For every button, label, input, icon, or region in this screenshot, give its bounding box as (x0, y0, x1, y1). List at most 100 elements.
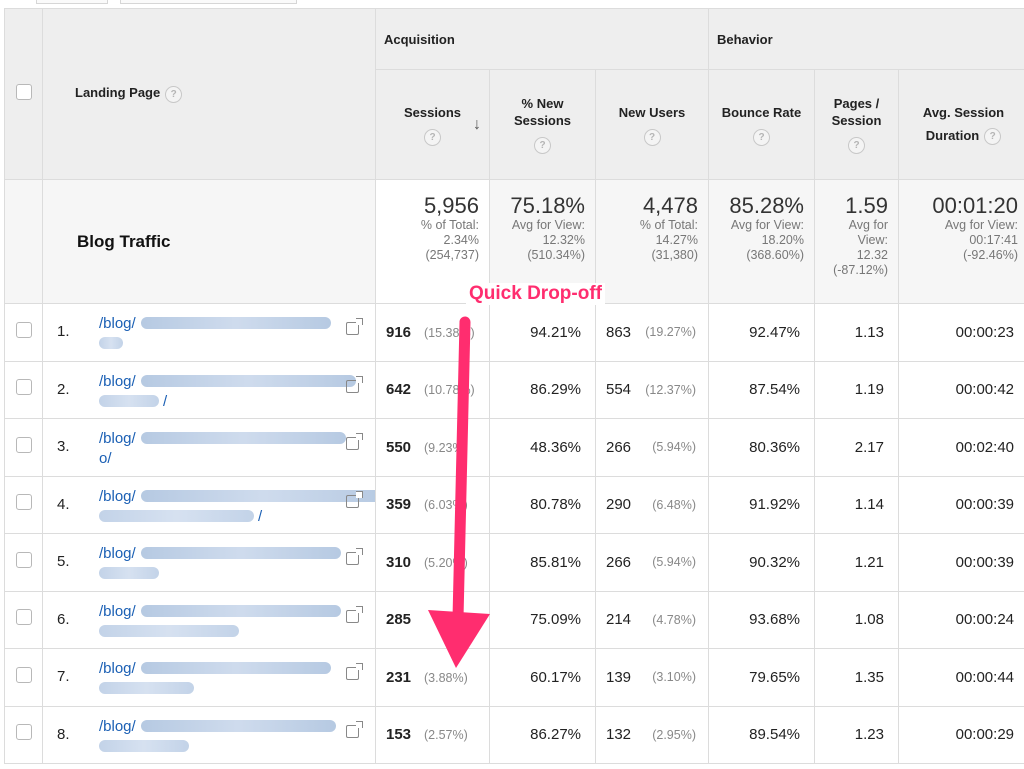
avg-session-duration-cell: 00:00:42 (898, 360, 1024, 419)
bounce-rate-cell: 89.54% (708, 705, 815, 764)
open-external-icon[interactable] (346, 663, 363, 680)
avg-session-duration-column-header[interactable]: Avg. Session Duration? (898, 69, 1024, 180)
row-checkbox[interactable] (15, 609, 32, 626)
sessions-value: 153 (386, 726, 412, 744)
open-external-icon[interactable] (346, 375, 363, 393)
row-checkbox-cell (4, 418, 43, 477)
pct-new-sessions-column-header[interactable]: % New Sessions ? (489, 69, 596, 180)
sessions-pct: (9.23%) (424, 440, 468, 455)
table-row[interactable]: 6. /blog/285 75.09% 214 (4.78%) 93.68% 1.08 00:… (4, 590, 1024, 649)
summary-pct-new-label: Avg for View: (511, 218, 585, 232)
segment-title: Blog Traffic (42, 179, 376, 304)
table-row[interactable]: 3. /blog/o/550 (9.23%) 48.36% 266 (5.94%) 80.3… (4, 418, 1024, 477)
summary-pages: 1.59 Avg for View: 12.32 (-87.12%) (814, 179, 899, 304)
avg-session-duration-cell: 00:00:39 (898, 475, 1024, 534)
help-icon[interactable]: ? (424, 128, 441, 146)
summary-pct-new-avg: 12.32% (542, 233, 585, 247)
landing-page-link[interactable]: /blog/ (93, 304, 335, 360)
table-row[interactable]: 7. /blog/231 (3.88%) 60.17% 139 (3.10%) 79.65%… (4, 648, 1024, 707)
sessions-value: 550 (386, 438, 412, 456)
landing-page-link[interactable]: /blog/o/ (93, 419, 346, 475)
landing-page-link[interactable]: /blog/ (93, 592, 341, 648)
open-external-icon[interactable] (346, 605, 363, 623)
row-checkbox-cell (4, 303, 43, 362)
row-checkbox-cell (4, 705, 43, 764)
row-checkbox[interactable] (15, 379, 32, 396)
landing-page-path-tail: / (258, 507, 263, 525)
table-row[interactable]: 1. /blog/916 (15.38%) 94.21% 863 (19.27%) 92.4… (4, 303, 1024, 362)
sessions-cell: 231 (3.88%) (375, 648, 490, 707)
pages-per-session-column-header[interactable]: Pages / Session ? (814, 69, 899, 180)
open-external-icon[interactable] (346, 318, 363, 335)
new-users-cell: 266 (5.94%) (595, 533, 709, 592)
row-checkbox[interactable] (15, 494, 32, 511)
new-users-pct: (3.10%) (652, 670, 696, 685)
new-users-value: 266 (606, 553, 632, 571)
help-icon[interactable]: ? (848, 137, 865, 154)
landing-page-label: Landing Page (75, 85, 161, 101)
table-row[interactable]: 4. /blog/ / 359 (6.03%) 80.78% 290 (6.48%) 91.92… (4, 475, 1024, 534)
new-users-pct: (4.78%) (652, 612, 696, 627)
row-checkbox[interactable] (15, 666, 32, 683)
row-checkbox[interactable] (15, 551, 32, 568)
sessions-pct: (2.57%) (424, 728, 468, 743)
sessions-value: 359 (386, 496, 412, 514)
new-users-pct: (19.27%) (645, 325, 696, 340)
row-checkbox-cell (4, 360, 43, 419)
open-external-icon[interactable] (346, 720, 363, 738)
help-icon[interactable]: ? (753, 128, 770, 146)
table-row[interactable]: 5. /blog/310 (5.20%) 85.81% 266 (5.94%) 90.32%… (4, 533, 1024, 592)
sessions-value: 310 (386, 553, 412, 571)
landing-page-path: /blog/ (99, 545, 136, 562)
redacted-url-text (99, 394, 159, 407)
landing-page-report-table: Landing Page? Acquisition Behavior Sessi… (4, 8, 1024, 764)
select-all-checkbox[interactable] (15, 83, 32, 100)
new-users-column-header[interactable]: New Users ? (595, 69, 709, 180)
landing-page-path-tail: o/ (99, 450, 112, 467)
open-external-icon[interactable] (346, 490, 363, 508)
new-users-value: 554 (606, 381, 632, 399)
table-row[interactable]: 8. /blog/153 (2.57%) 86.27% 132 (2.95%) 89.54%… (4, 705, 1024, 764)
open-external-icon[interactable] (346, 433, 363, 450)
toolbar-control[interactable] (120, 0, 297, 4)
landing-page-link[interactable]: /blog/ / (93, 477, 375, 533)
sessions-value: 642 (386, 381, 412, 399)
pct-new-header-line1: % New (521, 96, 564, 111)
row-checkbox[interactable] (15, 724, 32, 741)
new-users-cell: 132 (2.95%) (595, 705, 709, 764)
sessions-cell: 153 (2.57%) (375, 705, 490, 764)
new-users-pct: (5.94%) (652, 440, 696, 455)
open-external-icon[interactable] (346, 548, 363, 565)
pages-per-session-cell: 1.08 (814, 590, 899, 649)
bounce-rate-column-header[interactable]: Bounce Rate ? (708, 69, 815, 180)
table-row[interactable]: 2. /blog/ / 642 (10.78%) 86.29% 554 (12.37%) 87.… (4, 360, 1024, 419)
top-toolbar (0, 0, 1024, 8)
pages-per-session-cell: 1.35 (814, 648, 899, 707)
help-icon[interactable]: ? (984, 128, 1002, 146)
sessions-cell: 285 (375, 590, 490, 649)
landing-page-header[interactable]: Landing Page? (42, 8, 376, 180)
row-checkbox[interactable] (15, 436, 32, 453)
sessions-column-header[interactable]: Sessions ? ↓ (375, 69, 490, 180)
help-icon[interactable]: ? (643, 128, 661, 146)
landing-page-link[interactable]: /blog/ (93, 649, 335, 705)
help-icon[interactable]: ? (165, 85, 183, 103)
select-all-cell (4, 8, 43, 180)
landing-page-link[interactable]: /blog/ (93, 707, 336, 763)
sort-descending-icon[interactable]: ↓ (473, 116, 481, 133)
sessions-cell: 359 (6.03%) (375, 475, 490, 534)
new-users-value: 139 (606, 668, 632, 686)
row-checkbox[interactable] (15, 321, 32, 338)
summary-new-users-total: (31,380) (651, 248, 698, 262)
landing-page-link[interactable]: /blog/ / (93, 362, 356, 418)
pages-per-session-cell: 1.14 (814, 475, 899, 534)
row-rank: 5. (57, 553, 70, 570)
redacted-url-text (141, 432, 346, 444)
toolbar-control[interactable] (36, 0, 108, 4)
help-icon[interactable]: ? (534, 137, 551, 154)
landing-page-cell: 4. /blog/ / (42, 475, 376, 534)
landing-page-link[interactable]: /blog/ (93, 534, 341, 590)
summary-bounce-avg: 18.20% (761, 233, 804, 247)
redacted-url-text (99, 509, 254, 522)
redacted-url-text (99, 624, 239, 637)
